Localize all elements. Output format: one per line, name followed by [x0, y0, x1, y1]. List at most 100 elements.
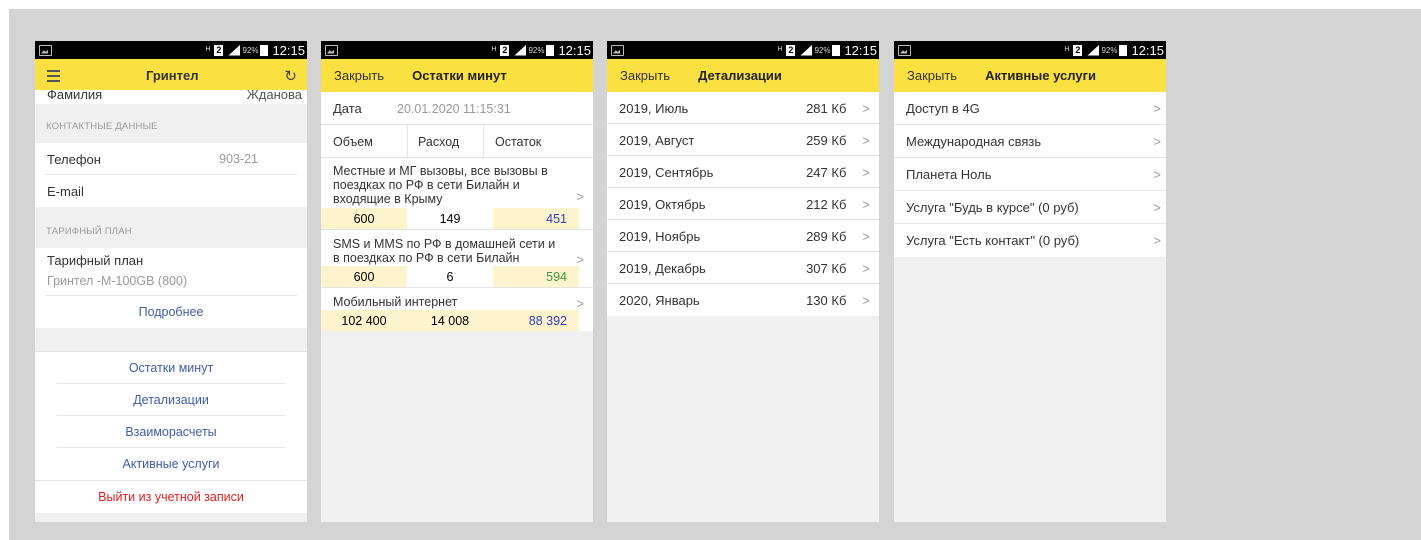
network-type-icon: H	[491, 46, 497, 53]
date-value: 20.01.2020 11:15:31	[397, 101, 511, 116]
list-item[interactable]: Мобильный интернет 102 400 14 008 88 392…	[321, 288, 593, 331]
surname-label: Фамилия	[47, 87, 103, 102]
volume-value: 600	[321, 266, 407, 288]
sim-icon: 2	[786, 44, 796, 56]
period-label: 2019, Ноябрь	[619, 228, 701, 244]
chevron-right-icon: >	[576, 189, 584, 204]
column-header: Остаток	[483, 125, 541, 158]
close-button[interactable]: Закрыть	[620, 68, 670, 83]
hamburger-menu-icon[interactable]	[47, 69, 60, 82]
logout-button[interactable]: Выйти из учетной записи	[35, 480, 307, 513]
battery-percent: 92%	[1101, 45, 1118, 55]
size-value: 307 Кб	[806, 260, 847, 276]
nav-details[interactable]: Детализации	[35, 384, 307, 416]
chevron-right-icon: >	[576, 296, 584, 311]
volume-value: 102 400	[321, 310, 407, 331]
chevron-right-icon: >	[862, 132, 870, 148]
nav-remaining-minutes[interactable]: Остатки минут	[35, 352, 307, 384]
list-item[interactable]: Услуга "Будь в курсе" (0 руб) >	[894, 191, 1166, 224]
battery-percent: 92%	[242, 45, 259, 55]
item-title: Мобильный интернет	[333, 295, 458, 309]
chevron-right-icon: >	[1153, 233, 1161, 248]
more-link[interactable]: Подробнее	[35, 296, 307, 328]
minutes-card: Дата 20.01.2020 11:15:31 Объем Расход Ос…	[321, 92, 593, 331]
nav-active-services[interactable]: Активные услуги	[35, 448, 307, 480]
refresh-icon[interactable]: ↻	[284, 67, 297, 85]
phone-row[interactable]: Телефон 903-21	[35, 143, 307, 175]
signal-icon	[1087, 44, 1100, 56]
battery-icon	[546, 44, 555, 56]
spent-value: 14 008	[407, 310, 493, 331]
surname-row: Фамилия Жданова	[35, 87, 307, 104]
list-item[interactable]: Доступ в 4G >	[894, 92, 1166, 125]
list-item[interactable]: 2019, Июль 281 Кб >	[607, 92, 879, 124]
signal-icon	[514, 44, 527, 56]
chevron-right-icon: >	[862, 260, 870, 276]
list-item[interactable]: 2019, Октябрь 212 Кб >	[607, 188, 879, 220]
item-title: SMS и MMS по РФ в домашней сети и в поез…	[333, 237, 556, 265]
nav-card: Остатки минут Детализации Взаиморасчеты …	[35, 351, 307, 513]
gallery-icon	[39, 44, 52, 56]
page-title: Активные услуги	[985, 68, 1096, 83]
chevron-right-icon: >	[862, 196, 870, 212]
tariff-section-header: ТАРИФНЫЙ ПЛАН	[46, 226, 132, 237]
list-item[interactable]: 2019, Сентябрь 247 Кб >	[607, 156, 879, 188]
item-values: 600 6 594	[321, 266, 593, 288]
column-header: Объем	[333, 134, 373, 149]
clock: 12:15	[844, 42, 877, 58]
tariff-label: Тарифный план	[47, 253, 144, 268]
battery-icon	[1119, 44, 1128, 56]
item-title: Местные и МГ вызовы, все вызовы в поездк…	[333, 164, 548, 206]
chevron-right-icon: >	[862, 228, 870, 244]
period-label: 2019, Июль	[619, 100, 689, 116]
size-value: 281 Кб	[806, 100, 847, 116]
phone-value: 903-21	[219, 152, 258, 166]
battery-percent: 92%	[528, 45, 545, 55]
contacts-card: Телефон 903-21 E-mail	[35, 143, 307, 207]
date-row: Дата 20.01.2020 11:15:31	[321, 92, 593, 125]
chevron-right-icon: >	[862, 292, 870, 308]
period-label: 2019, Октябрь	[619, 196, 706, 212]
period-label: 2020, Январь	[619, 292, 700, 308]
email-row[interactable]: E-mail	[35, 175, 307, 207]
tariff-row[interactable]: Тарифный план Гринтел -М-100GB (800)	[35, 248, 307, 296]
list-item[interactable]: 2019, Ноябрь 289 Кб >	[607, 220, 879, 252]
list-item[interactable]: Услуга "Есть контакт" (0 руб) >	[894, 224, 1166, 257]
chevron-right-icon: >	[862, 100, 870, 116]
services-list: Доступ в 4G > Международная связь > Планет…	[894, 92, 1166, 257]
list-item[interactable]: SMS и MMS по РФ в домашней сети и в поез…	[321, 230, 593, 288]
list-item[interactable]: 2019, Август 259 Кб >	[607, 124, 879, 156]
details-list: 2019, Июль 281 Кб > 2019, Август 259 Кб > 20…	[607, 92, 879, 316]
service-label: Услуга "Есть контакт" (0 руб)	[906, 233, 1080, 248]
network-type-icon: H	[205, 46, 211, 53]
list-item[interactable]: Планета Ноль >	[894, 158, 1166, 191]
period-label: 2019, Декабрь	[619, 260, 706, 276]
sim-icon: 2	[500, 44, 510, 56]
gallery-icon	[898, 44, 911, 56]
sim-icon: 2	[1073, 44, 1083, 56]
date-label: Дата	[333, 101, 362, 116]
rest-value: 88 392	[493, 310, 579, 331]
list-item[interactable]: Местные и МГ вызовы, все вызовы в поездк…	[321, 158, 593, 230]
close-button[interactable]: Закрыть	[334, 68, 384, 83]
chevron-right-icon: >	[1153, 200, 1161, 215]
app-bar: Закрыть Детализации	[607, 59, 879, 92]
list-item[interactable]: 2020, Январь 130 Кб >	[607, 284, 879, 316]
chevron-right-icon: >	[1153, 101, 1161, 116]
size-value: 130 Кб	[806, 292, 847, 308]
network-type-icon: H	[777, 46, 783, 53]
stage: H 2 92% 12:15 Гринтел ↻ Фамилия Жданова …	[0, 0, 1421, 540]
list-item[interactable]: 2019, Декабрь 307 Кб >	[607, 252, 879, 284]
size-value: 289 Кб	[806, 228, 847, 244]
list-item[interactable]: Международная связь >	[894, 125, 1166, 158]
status-bar: H 2 92% 12:15	[894, 41, 1166, 59]
phone-remaining-minutes: H 2 92% 12:15 Закрыть Остатки минут Дата…	[321, 41, 593, 522]
rest-value: 451	[493, 208, 579, 230]
close-button[interactable]: Закрыть	[907, 68, 957, 83]
gallery-icon	[325, 44, 338, 56]
status-bar: H 2 92% 12:15	[35, 41, 307, 59]
gallery-icon	[611, 44, 624, 56]
nav-settlements[interactable]: Взаиморасчеты	[35, 416, 307, 448]
clock: 12:15	[272, 42, 305, 58]
